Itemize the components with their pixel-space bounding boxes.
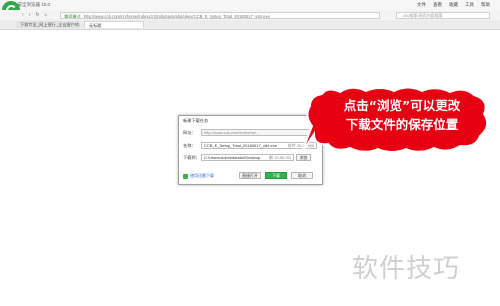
forward-icon[interactable]: › bbox=[29, 12, 31, 18]
tab-bar: 下载专区_网上银行_企业客户的... 无标题 bbox=[0, 20, 500, 30]
search-input[interactable]: 360搜索/网页内容搜索 bbox=[396, 11, 490, 19]
address-bar[interactable]: 兼容模式 http://www.ccb.com/cn/home/indexv3.… bbox=[60, 11, 380, 19]
cancel-button[interactable]: 取消 bbox=[291, 172, 313, 179]
refresh-icon[interactable]: ↻ bbox=[35, 12, 39, 18]
callout-line-2: 下载文件的保存位置 bbox=[345, 117, 459, 132]
url-label: 网址： bbox=[183, 130, 196, 135]
menu-tools[interactable]: 工具 bbox=[465, 2, 474, 8]
thunder-download-label: 使用迅雷下载 bbox=[190, 173, 214, 178]
open-directly-button[interactable]: 直接打开 bbox=[239, 172, 261, 179]
menu-file[interactable]: 文件 bbox=[417, 2, 426, 8]
address-url: http://www.ccb.com/cn/home/indexv3.html/… bbox=[83, 13, 270, 19]
tab-download-zone[interactable]: 下载专区_网上银行_企业客户的... bbox=[16, 21, 80, 28]
thunder-icon bbox=[183, 173, 188, 179]
dialog-title: 新建下载任务 bbox=[183, 118, 209, 123]
save-path-field[interactable]: C:\Users\Administrator\Desktop 剩 25.86 G… bbox=[201, 154, 294, 161]
menu-bar: 文件 查看 收藏 工具 帮助 bbox=[417, 2, 490, 8]
home-icon[interactable]: ⌂ bbox=[45, 12, 48, 18]
save-path-value: C:\Users\Administrator\Desktop bbox=[204, 155, 261, 160]
name-label: 名称： bbox=[183, 143, 196, 148]
menu-help[interactable]: 帮助 bbox=[481, 2, 490, 8]
back-icon[interactable]: ‹ bbox=[22, 12, 24, 18]
thunder-download-link[interactable]: 使用迅雷下载 bbox=[183, 173, 214, 179]
watermark: 软件技巧 bbox=[352, 254, 461, 284]
menu-view[interactable]: 查看 bbox=[433, 2, 442, 8]
callout-line-1: 点击“浏览”可以更改 bbox=[343, 98, 461, 113]
download-button[interactable]: 下载 bbox=[265, 172, 287, 179]
free-space: 剩 25.86 GB bbox=[268, 155, 291, 160]
tab-untitled[interactable]: 无标题 bbox=[84, 21, 144, 28]
save-path-label: 下载到： bbox=[183, 155, 200, 160]
file-name-value: CCB_E_Setup_Total_20180517_v84.exe bbox=[204, 143, 277, 148]
annotation-callout: 点击“浏览”可以更改 下载文件的保存位置 bbox=[300, 86, 494, 156]
callout-text: 点击“浏览”可以更改 下载文件的保存位置 bbox=[322, 96, 482, 134]
menu-favorites[interactable]: 收藏 bbox=[449, 2, 458, 8]
compat-mode-label[interactable]: 兼容模式 bbox=[64, 14, 81, 18]
